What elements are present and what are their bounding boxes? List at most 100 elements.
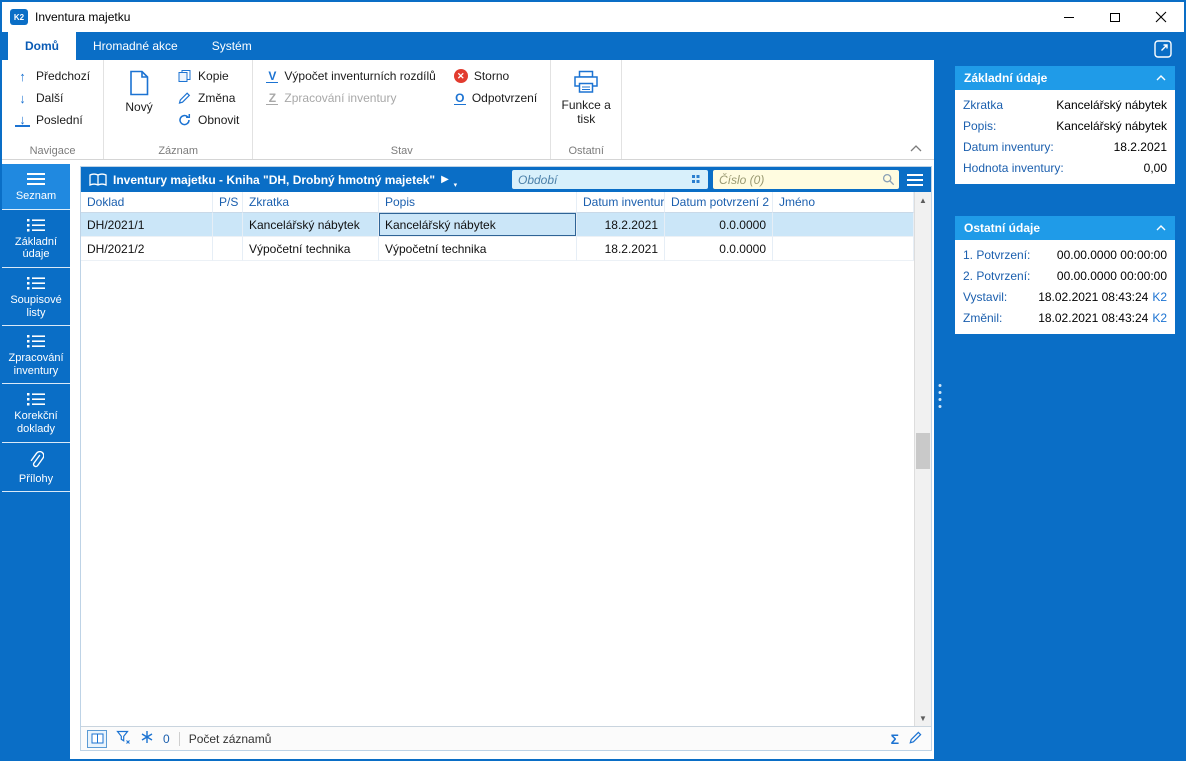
column-header-popis[interactable]: Popis [379,192,577,213]
cell-datum-potvrzeni-2[interactable]: 0.0.0000 [665,213,773,237]
column-header-datum-potvrzeni-2[interactable]: Datum potvrzení 2 [665,192,773,213]
next-label: Další [36,91,64,105]
new-button[interactable]: Nový [112,65,166,131]
sidebar-item-zpracovani-inventury[interactable]: Zpracování inventury [2,326,70,385]
edit-button[interactable]: Změna [172,87,244,109]
field-value: 00.00.0000 00:00:00 [1056,247,1167,262]
panel-header[interactable]: Základní údaje [955,66,1175,90]
number-search-input[interactable] [713,170,899,189]
process-inventory-button: Z Zpracování inventury [261,87,440,109]
edit-record-button[interactable] [908,730,923,748]
app-window: K2 Inventura majetku Domů Hromadné akce … [0,0,1186,761]
chevron-up-icon [1156,75,1166,81]
scrollbar-track[interactable] [915,208,931,710]
frozen-records-button[interactable] [140,730,154,747]
chevron-up-icon [1156,225,1166,231]
sidebar-item-seznam[interactable]: Seznam [2,164,70,210]
next-button[interactable]: ↓ Další [10,87,95,109]
cell-popis-focused[interactable]: Kancelářský nábytek [379,213,577,237]
cell-doklad[interactable]: DH/2021/2 [81,237,213,261]
expand-icon [1154,40,1172,58]
window-title: Inventura majetku [35,10,131,24]
functions-print-button[interactable]: Funkce a tisk [559,65,613,127]
sum-button[interactable]: Σ [891,731,899,747]
field-row: Změnil: 18.02.2021 08:43:24 K2 [963,307,1167,328]
cell-popis[interactable]: Výpočetní technika [379,237,577,261]
arrow-down-to-bar-icon: ↓ [15,113,30,127]
refresh-button[interactable]: Obnovit [172,109,244,131]
tab-hromadne-akce[interactable]: Hromadné akce [76,32,195,60]
window-controls [1046,2,1184,32]
ribbon-collapse-button[interactable] [910,141,922,155]
period-filter-input[interactable] [512,170,708,189]
expand-panel-button[interactable] [1154,40,1174,60]
table-row[interactable]: DH/2021/1 Kancelářský nábytek Kancelářsk… [81,213,914,237]
sidebar-item-soupisove-listy[interactable]: Soupisové listy [2,268,70,327]
sidebar-label: Základní údaje [14,235,58,261]
cell-zkratka[interactable]: Výpočetní technika [243,237,379,261]
arrow-down-icon: ↓ [19,90,26,106]
previous-label: Předchozí [36,69,91,83]
app-icon: K2 [10,9,28,25]
column-header-datum-inventury[interactable]: Datum inventury [577,192,665,213]
column-header-doklad[interactable]: Doklad [81,192,213,213]
cell-datum-inventury[interactable]: 18.2.2021 [577,213,665,237]
letter-o-icon: O [453,90,466,105]
vertical-scrollbar[interactable]: ▲ ▼ [914,192,931,726]
refresh-icon [179,114,191,126]
close-button[interactable] [1138,2,1184,32]
cell-ps[interactable] [213,237,243,261]
letter-z-icon: Z [266,92,279,105]
field-label: Zkratka [963,97,1004,112]
cell-jmeno[interactable] [773,237,914,261]
copy-button[interactable]: Kopie [172,65,244,87]
splitter-grip-icon [938,384,942,408]
book-icon [89,172,107,186]
scroll-down-icon[interactable]: ▼ [915,710,931,726]
unconfirm-button[interactable]: O Odpotvrzení [449,87,542,109]
tab-system[interactable]: Systém [195,32,269,60]
cell-zkratka[interactable]: Kancelářský nábytek [243,213,379,237]
view-mode-button[interactable] [87,729,107,748]
inventory-differences-button[interactable]: V Výpočet inventurních rozdílů [261,65,440,87]
pencil-icon [178,92,191,104]
table-row[interactable]: DH/2021/2 Výpočetní technika Výpočetní t… [81,237,914,261]
group-label-stav: Stav [390,145,413,157]
scroll-up-icon[interactable]: ▲ [915,192,931,208]
scrollbar-thumb[interactable] [916,433,930,469]
book-menu-button[interactable]: ▶ ▾ [441,174,457,189]
sidebar-item-korekcni-doklady[interactable]: Korekční doklady [2,384,70,443]
maximize-button[interactable] [1092,2,1138,32]
sidebar-label: Soupisové listy [10,293,62,319]
sidebar-item-zakladni-udaje[interactable]: Základní údaje [2,210,70,268]
new-label: Nový [125,100,153,114]
window-body: Domů Hromadné akce Systém ↑ Předchozí ↓ … [2,32,1184,759]
column-header-jmeno[interactable]: Jméno [773,192,914,213]
cell-doklad[interactable]: DH/2021/1 [81,213,213,237]
column-header-zkratka[interactable]: Zkratka [243,192,379,213]
ribbon-group-navigace: ↑ Předchozí ↓ Další ↓ Poslední Navigace [2,60,105,159]
cell-ps[interactable] [213,213,243,237]
caret-down-icon: ▾ [453,182,458,189]
panel-header[interactable]: Ostatní údaje [955,216,1175,240]
sidebar-label: Korekční doklady [14,410,58,436]
arrow-up-icon: ↑ [19,68,26,84]
last-button[interactable]: ↓ Poslední [10,109,95,131]
cell-datum-inventury[interactable]: 18.2.2021 [577,237,665,261]
period-picker-icon[interactable] [691,173,704,188]
sidebar-item-prilohy[interactable]: Přílohy [2,443,70,493]
printer-icon [574,70,598,93]
minimize-icon [1064,16,1074,18]
field-label: Popis: [963,118,997,133]
tab-domu[interactable]: Domů [8,32,76,60]
previous-button[interactable]: ↑ Předchozí [10,65,95,87]
storno-button[interactable]: ✕ Storno [449,65,542,87]
filter-button[interactable] [116,730,131,748]
cell-datum-potvrzeni-2[interactable]: 0.0.0000 [665,237,773,261]
panel-splitter[interactable] [934,32,946,759]
hamburger-menu-icon[interactable] [907,173,923,186]
minimize-button[interactable] [1046,2,1092,32]
titlebar: K2 Inventura majetku [2,2,1184,32]
column-header-ps[interactable]: P/S [213,192,243,213]
cell-jmeno[interactable] [773,213,914,237]
